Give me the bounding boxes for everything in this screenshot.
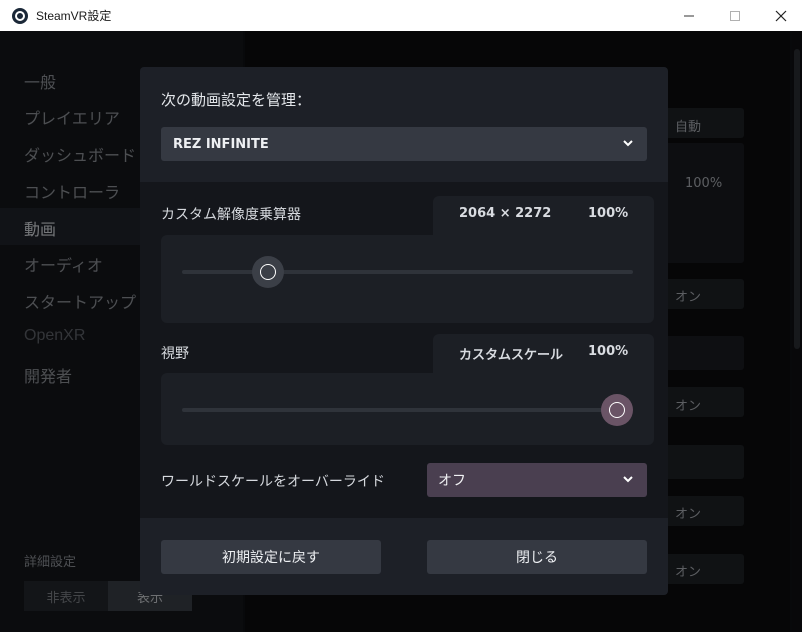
resolution-value: 2064 × 2272 <box>459 206 552 221</box>
fov-label: 視野 <box>161 345 189 361</box>
world-scale-label: ワールドスケールをオーバーライド <box>161 473 385 489</box>
app-select-dropdown[interactable]: REZ INFINITE <box>161 127 647 161</box>
fov-percent: 100% <box>588 344 629 359</box>
resolution-slider-knob[interactable] <box>251 256 284 288</box>
maximize-button[interactable] <box>712 0 758 31</box>
world-scale-value: オフ <box>438 473 466 489</box>
close-icon <box>775 10 787 21</box>
app-select-value: REZ INFINITE <box>173 136 269 152</box>
resolution-percent: 100% <box>588 206 629 221</box>
resolution-multiplier-label: カスタム解像度乗算器 <box>161 206 301 222</box>
close-window-button[interactable] <box>758 0 802 31</box>
chevron-down-icon <box>623 476 633 483</box>
resolution-slider-track[interactable] <box>182 270 633 274</box>
fov-mode: カスタムスケール <box>459 348 564 363</box>
resolution-slider-panel <box>161 235 654 323</box>
chevron-down-icon <box>623 140 633 147</box>
title-bar: SteamVR設定 <box>0 0 802 31</box>
fov-slider-knob[interactable] <box>601 394 633 426</box>
window-title: SteamVR設定 <box>36 9 112 23</box>
dialog-title: 次の動画設定を管理： <box>161 92 312 109</box>
video-settings-dialog: 次の動画設定を管理： REZ INFINITE カスタム解像度乗算器 2064 … <box>140 67 668 595</box>
minimize-button[interactable] <box>666 0 712 31</box>
maximize-icon <box>730 10 740 21</box>
steamvr-icon <box>12 7 28 24</box>
close-button[interactable]: 閉じる <box>427 540 647 574</box>
fov-slider-track[interactable] <box>182 408 633 412</box>
minimize-icon <box>684 15 694 16</box>
world-scale-dropdown[interactable]: オフ <box>427 463 647 497</box>
reset-defaults-button[interactable]: 初期設定に戻す <box>161 540 381 574</box>
